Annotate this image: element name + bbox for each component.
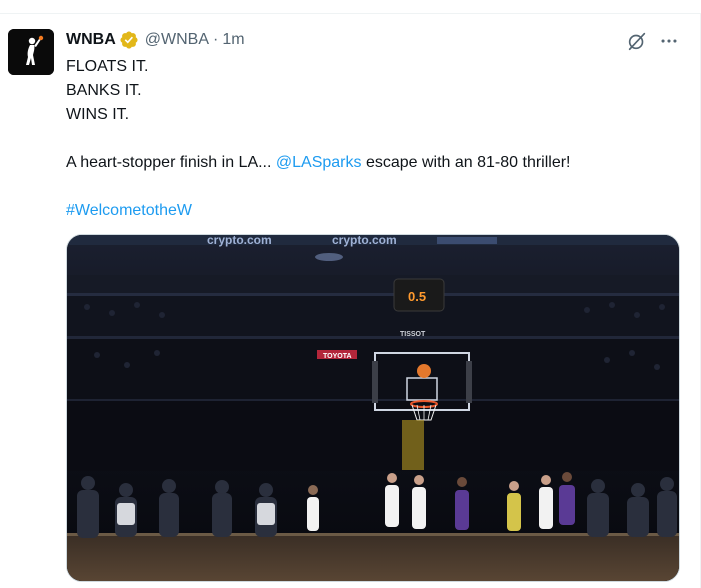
text-line-3: WINS IT.: [66, 106, 130, 123]
mention-link[interactable]: @LASparks: [276, 154, 362, 171]
text-line-1: FLOATS IT.: [66, 58, 149, 75]
shot-clock-sponsor: TISSOT: [400, 331, 426, 338]
separator-dot: ·: [213, 31, 219, 48]
timestamp[interactable]: 1m: [222, 31, 244, 49]
banner-text-2: crypto.com: [332, 235, 397, 247]
hashtag-line: #WelcometotheW: [66, 199, 681, 223]
sentence-after: escape with an 81-80 thriller!: [361, 154, 571, 171]
more-horizontal-icon[interactable]: [657, 30, 681, 52]
verified-badge-icon[interactable]: [119, 30, 139, 50]
basketball: [417, 364, 431, 378]
display-name[interactable]: WNBA: [66, 31, 116, 49]
basketball-scene: crypto.com crypto.com TOYOTA 0.5 TISSOT: [67, 235, 679, 581]
sentence-before: A heart-stopper finish in LA...: [66, 154, 276, 171]
banner-text-1: crypto.com: [207, 235, 272, 247]
tweet-text: FLOATS IT. BANKS IT. WINS IT. A heart-st…: [66, 55, 681, 223]
arena-sign: TOYOTA: [323, 353, 352, 360]
hashtag-link[interactable]: #WelcometotheW: [66, 202, 192, 219]
video-media[interactable]: crypto.com crypto.com TOYOTA 0.5 TISSOT: [66, 234, 680, 582]
avatar[interactable]: [8, 29, 54, 75]
shot-clock: 0.5: [408, 289, 426, 304]
grok-icon[interactable]: [626, 30, 648, 52]
paragraph-gap-2: [66, 175, 681, 199]
handle[interactable]: @WNBA: [145, 31, 209, 49]
text-line-sentence: A heart-stopper finish in LA... @LASpark…: [66, 151, 681, 175]
text-line-2: BANKS IT.: [66, 82, 142, 99]
tweet-card[interactable]: WNBA @WNBA · 1m FLOATS IT. BANKS IT. WIN…: [0, 14, 700, 588]
tweet-header: WNBA @WNBA · 1m: [66, 29, 245, 51]
wnba-logo-icon: [8, 29, 54, 75]
